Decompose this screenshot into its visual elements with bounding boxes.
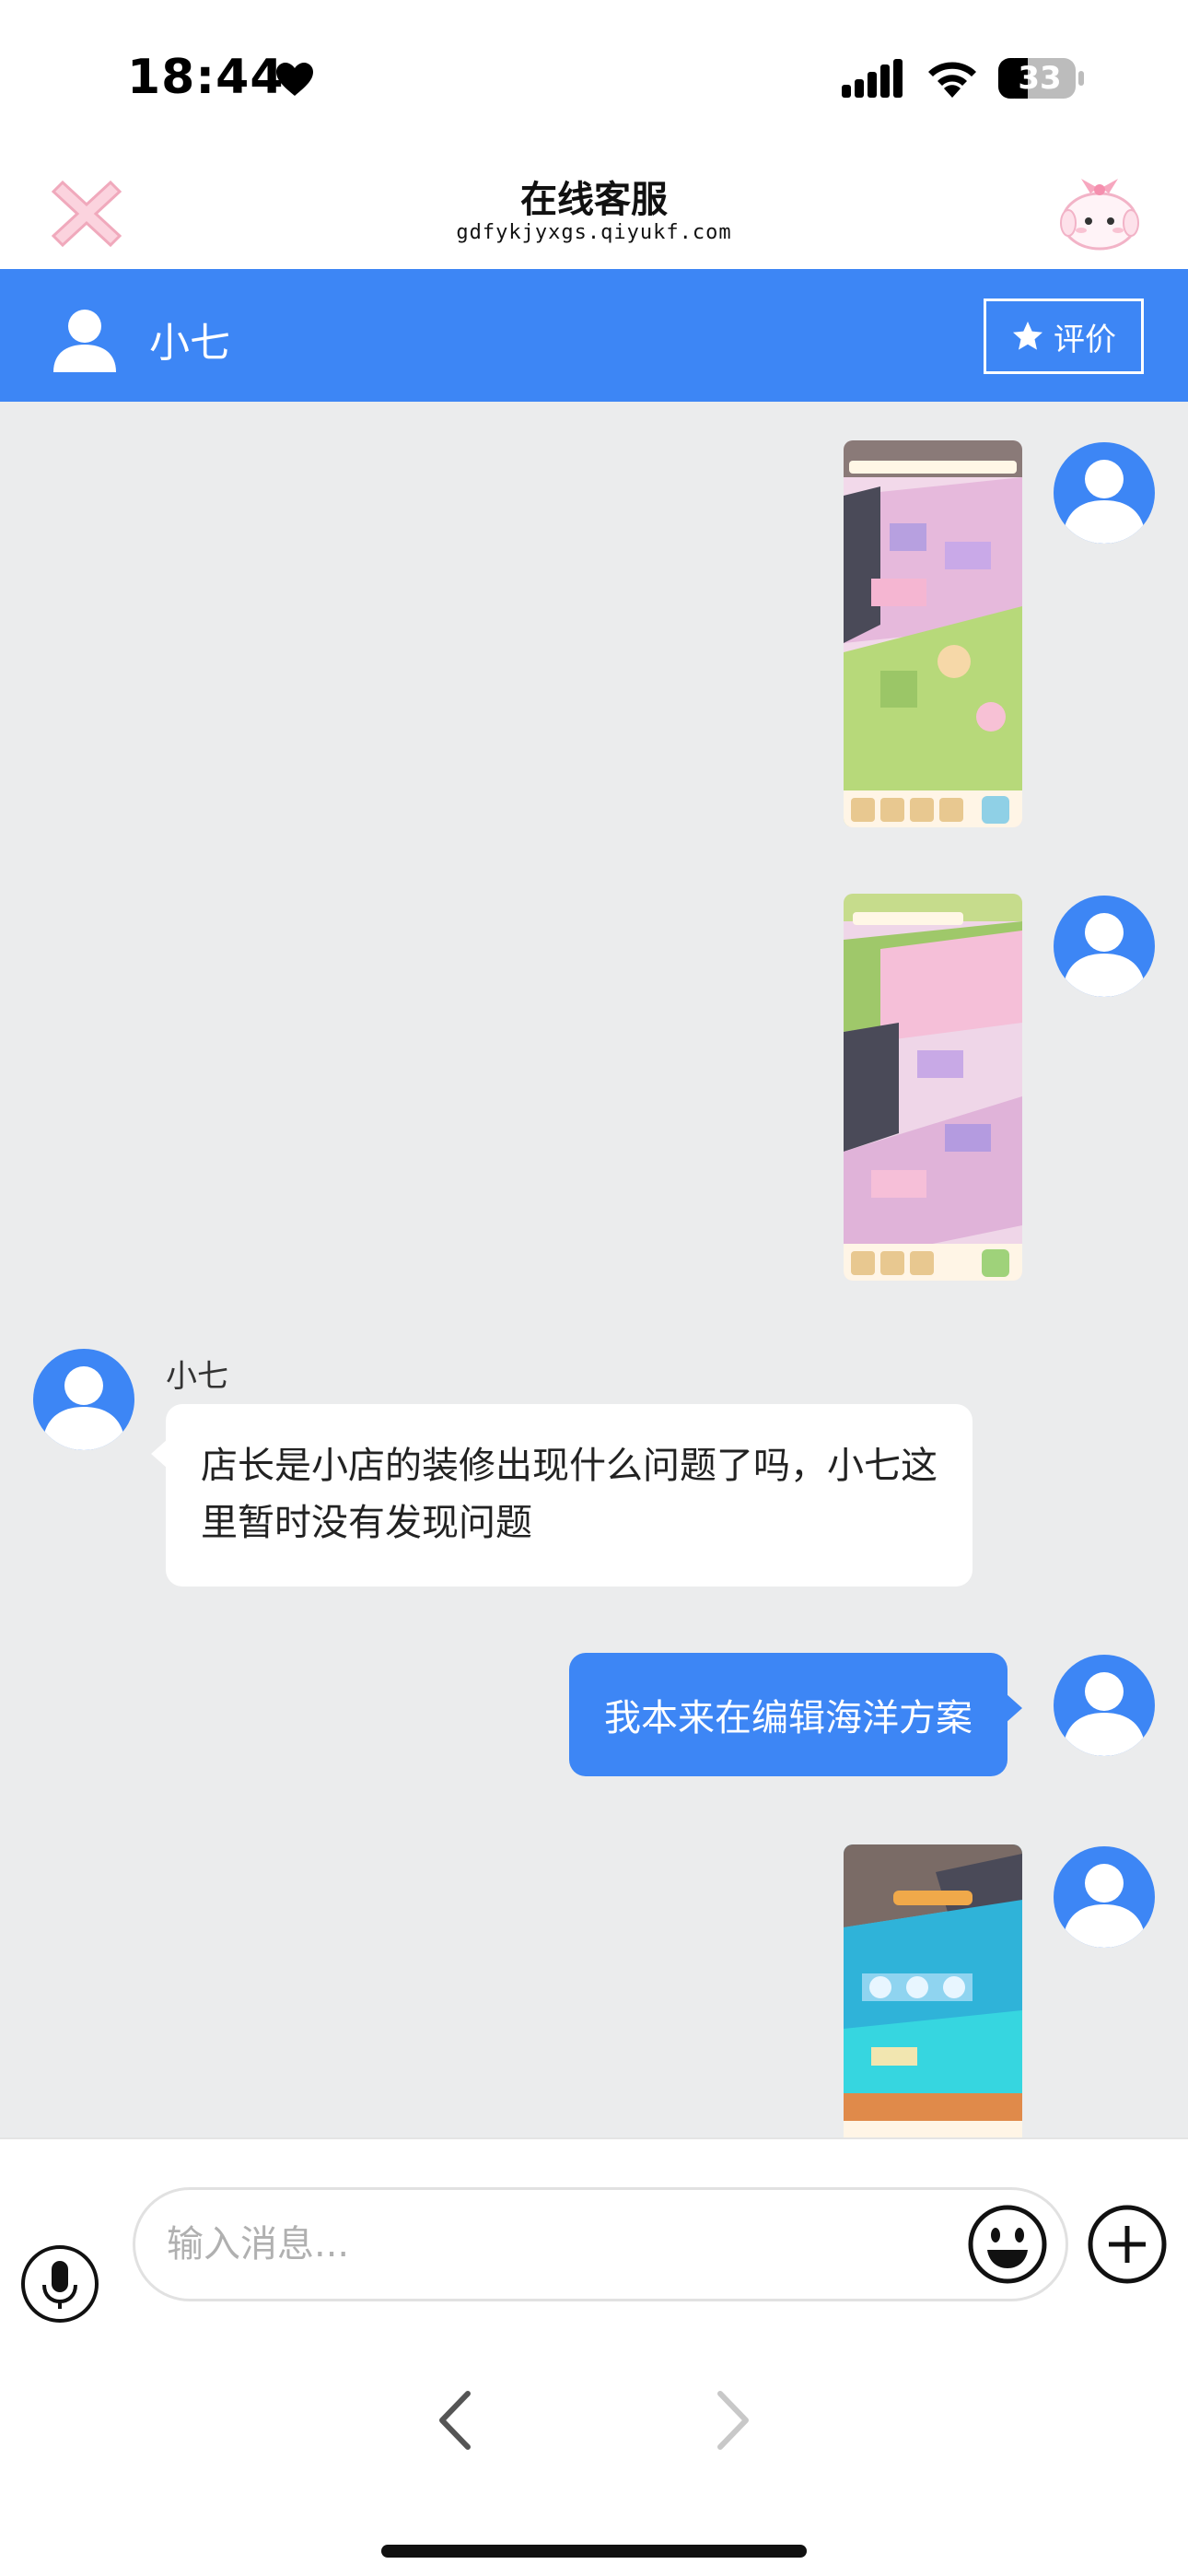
chevron-left-icon[interactable] [433, 2388, 479, 2453]
heart-icon [276, 63, 313, 96]
user-avatar[interactable] [1054, 1655, 1155, 1756]
battery-level: 33 [1018, 60, 1062, 97]
game-screenshot-image [844, 440, 1022, 827]
input-bar [0, 2137, 1188, 2576]
user-avatar[interactable] [1054, 1846, 1155, 1948]
chevron-right-icon[interactable] [709, 2388, 755, 2453]
cellular-signal-icon [842, 59, 903, 98]
star-icon [1013, 322, 1042, 350]
image-message[interactable] [844, 440, 1022, 827]
wifi-icon [928, 62, 976, 98]
agent-bar: 小七 评价 [0, 269, 1188, 402]
chat-area[interactable]: 小七 店长是小店的装修出现什么问题了吗，小七这里暂时没有发现问题 我本来在编辑海… [0, 402, 1188, 2137]
user-avatar[interactable] [1054, 442, 1155, 544]
agent-avatar[interactable] [33, 1349, 134, 1450]
message-input[interactable] [133, 2187, 1068, 2301]
home-indicator[interactable] [381, 2545, 807, 2558]
outgoing-text-bubble[interactable]: 我本来在编辑海洋方案 [569, 1653, 1022, 1776]
game-screenshot-image [844, 894, 1022, 1281]
image-message[interactable] [844, 1844, 1022, 2137]
user-avatar-icon [1065, 1864, 1144, 1948]
user-avatar-icon [1065, 1672, 1144, 1756]
game-screenshot-image [844, 1844, 1022, 2137]
message-sender-name: 小七 [166, 1358, 228, 1395]
user-avatar-icon [1065, 913, 1144, 997]
user-avatar-icon [1065, 460, 1144, 544]
rate-button-label: 评价 [1054, 321, 1116, 358]
page-url: gdfykjyxgs.qiyukf.com [456, 221, 732, 244]
agent-name: 小七 [149, 320, 230, 367]
status-bar: 18:44 33 [0, 0, 1188, 157]
incoming-text-bubble[interactable]: 店长是小店的装修出现什么问题了吗，小七这里暂时没有发现问题 [151, 1404, 973, 1587]
user-avatar[interactable] [1054, 896, 1155, 997]
agent-avatar-icon [44, 1366, 123, 1450]
agent-avatar-icon [53, 310, 116, 372]
status-time: 18:44 [127, 50, 285, 105]
microphone-icon[interactable] [20, 2244, 99, 2324]
app-header: 在线客服 gdfykjyxgs.qiyukf.com [0, 157, 1188, 269]
plus-icon[interactable] [1087, 2204, 1168, 2285]
image-message[interactable] [844, 894, 1022, 1281]
rate-button[interactable]: 评价 [984, 299, 1144, 374]
page-title: 在线客服 [520, 179, 668, 221]
emoji-icon[interactable] [967, 2204, 1048, 2285]
mascot-icon[interactable] [1055, 170, 1144, 254]
